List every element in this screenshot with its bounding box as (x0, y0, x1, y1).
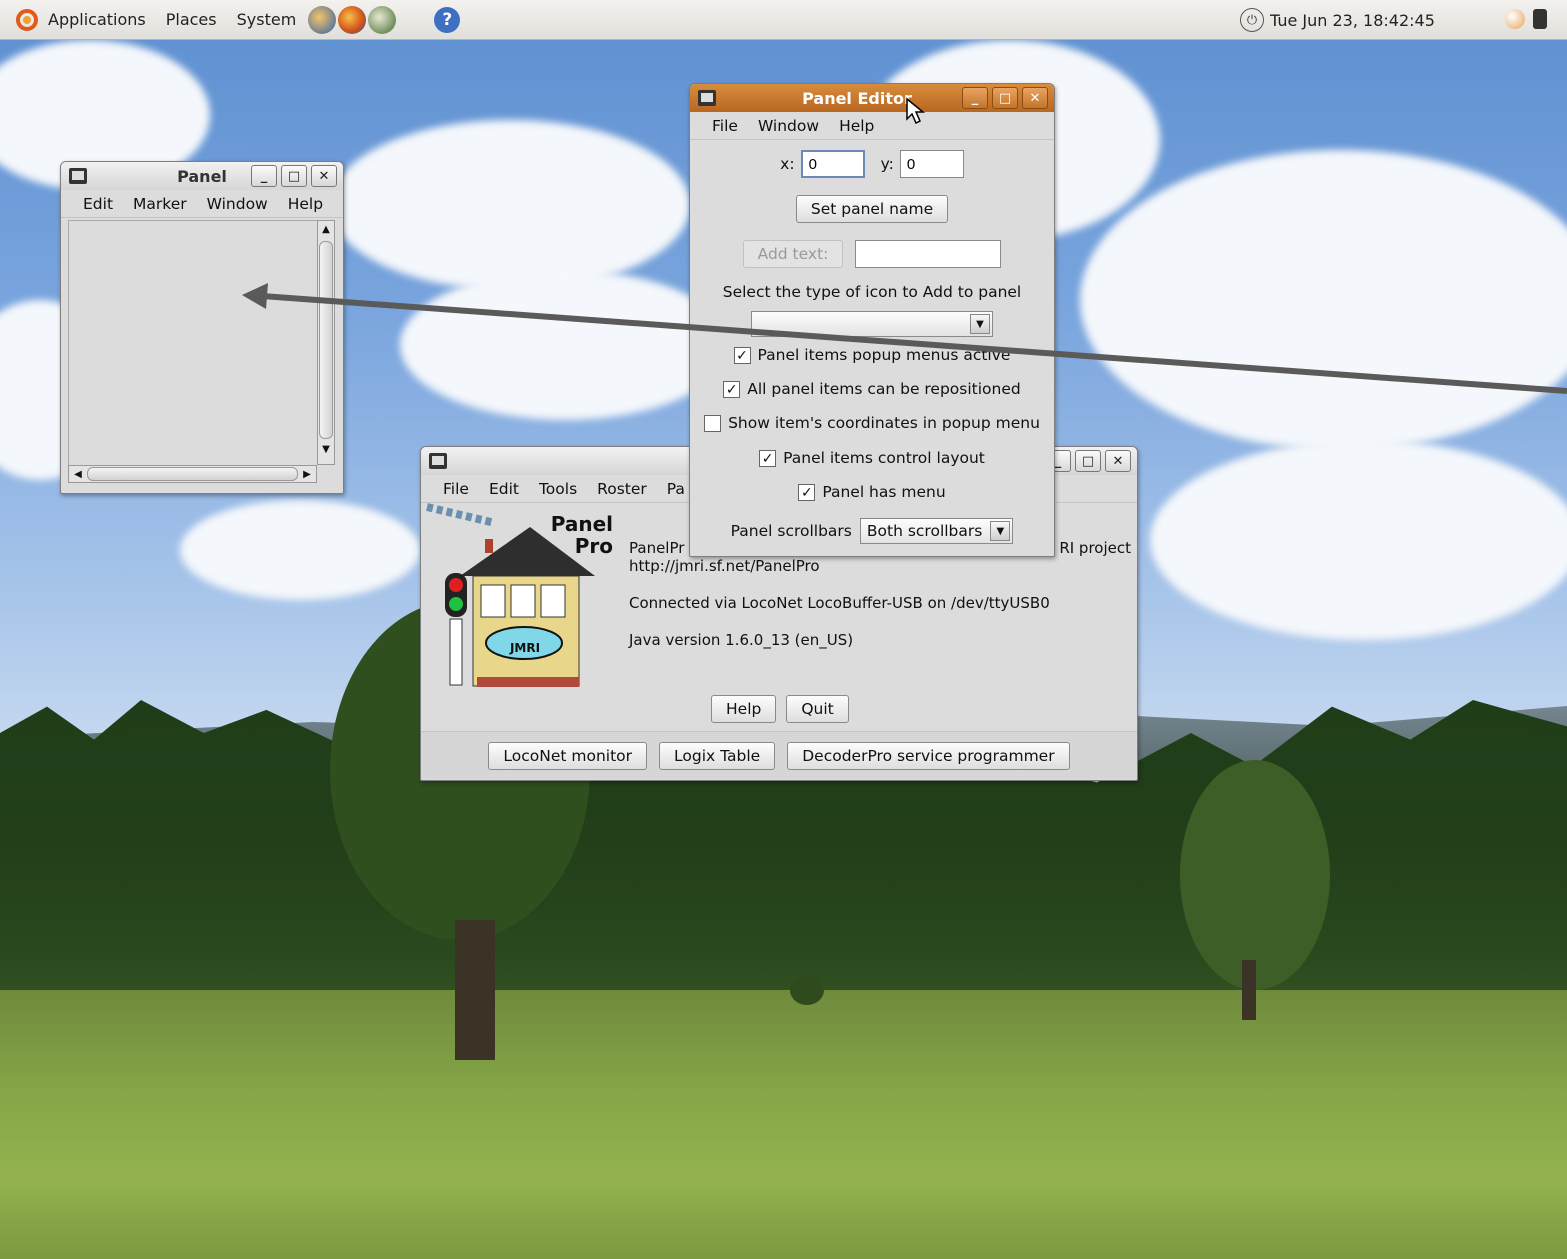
vertical-scrollbar[interactable]: ▲ ▼ (317, 220, 335, 465)
repositioned-checkbox[interactable]: ✓ (723, 381, 741, 398)
control-layout-checkbox[interactable]: ✓ (759, 450, 777, 467)
popup-menus-checkbox[interactable]: ✓ (733, 347, 751, 364)
logo-badge: JMRI (509, 641, 541, 655)
quit-button[interactable]: Quit (786, 695, 849, 723)
minimize-button[interactable]: _ (962, 87, 988, 109)
logo-title: Panel Pro (550, 512, 613, 558)
power-icon[interactable]: ⏻ (1240, 8, 1264, 32)
evolution-launcher-icon[interactable] (308, 5, 337, 34)
connection-status: Connected via LocoNet LocoBuffer-USB on … (629, 594, 1050, 612)
scrollbars-label: Panel scrollbars (730, 522, 852, 540)
logix-table-button[interactable]: Logix Table (659, 741, 776, 770)
option-popup-menus[interactable]: ✓ Panel items popup menus active (690, 346, 1054, 364)
menu-file[interactable]: File (433, 480, 479, 498)
panel-editor-window: Panel Editor _ □ ✕ File Window Help x: y… (689, 83, 1055, 557)
show-coordinates-checkbox[interactable] (704, 415, 722, 432)
option-show-coordinates[interactable]: Show item's coordinates in popup menu (690, 414, 1054, 432)
menu-roster[interactable]: Roster (587, 480, 657, 498)
y-label: y: (880, 155, 894, 173)
maximize-button[interactable]: □ (281, 165, 307, 187)
scroll-up-arrow[interactable]: ▲ (318, 221, 334, 239)
scroll-left-arrow[interactable]: ◀ (69, 469, 87, 480)
add-text-button[interactable]: Add text: (742, 240, 844, 268)
chevron-down-icon: ▼ (990, 521, 1011, 541)
version-text: PanelPr (629, 539, 685, 557)
loconet-monitor-button[interactable]: LocoNet monitor (488, 741, 648, 770)
network-icon[interactable] (1533, 9, 1547, 29)
search-icon[interactable] (1505, 9, 1525, 29)
jmri-window-icon[interactable] (429, 453, 447, 469)
horizontal-scroll-thumb[interactable] (87, 467, 298, 481)
menu-window[interactable]: Window (748, 117, 829, 135)
pidgin-launcher-icon[interactable] (368, 5, 397, 34)
ubuntu-logo-icon[interactable] (16, 8, 38, 31)
applications-menu[interactable]: Applications (38, 10, 156, 29)
system-menu[interactable]: System (227, 10, 307, 29)
jmri-window-icon[interactable] (69, 168, 87, 184)
scrollbars-select[interactable]: Both scrollbars ▼ (859, 518, 1014, 544)
top-panel: Applications Places System ? ⏻ Tue Jun 2… (0, 0, 1567, 40)
maximize-button[interactable]: □ (1075, 450, 1101, 472)
scrollbars-value: Both scrollbars (866, 522, 983, 540)
menu-window[interactable]: Window (197, 195, 278, 213)
close-button[interactable]: ✕ (1105, 450, 1131, 472)
menu-edit[interactable]: Edit (479, 480, 529, 498)
set-panel-name-button[interactable]: Set panel name (795, 195, 949, 223)
system-tray (1505, 9, 1547, 29)
clock-text: Tue Jun 23, 18:42:45 (1270, 10, 1435, 30)
firefox-launcher-icon[interactable] (338, 5, 367, 34)
icon-type-select[interactable]: ▼ (751, 311, 993, 337)
close-button[interactable]: ✕ (1022, 87, 1048, 109)
menu-help[interactable]: Help (278, 195, 333, 213)
panel-editor-menubar: File Window Help (690, 112, 1054, 140)
panelpro-logo: Panel Pro JMRI (425, 501, 615, 691)
menu-tools[interactable]: Tools (529, 480, 587, 498)
y-coordinate-field[interactable] (899, 150, 964, 178)
panel-window: Panel _ □ ✕ Edit Marker Window Help ▲ ▼ … (60, 161, 344, 494)
project-text: RI project (1059, 539, 1131, 557)
add-text-field[interactable] (855, 240, 1002, 268)
scroll-down-arrow[interactable]: ▼ (318, 441, 334, 459)
jmri-window-icon[interactable] (698, 90, 716, 106)
chevron-down-icon: ▼ (970, 314, 990, 334)
minimize-button[interactable]: _ (251, 165, 277, 187)
help-icon[interactable]: ? (434, 6, 461, 33)
help-button[interactable]: Help (711, 695, 777, 723)
option-repositioned[interactable]: ✓ All panel items can be repositioned (690, 380, 1054, 398)
mouse-pointer-icon (906, 97, 926, 125)
maximize-button[interactable]: □ (992, 87, 1018, 109)
panel-titlebar[interactable]: Panel _ □ ✕ (61, 162, 343, 190)
x-label: x: (780, 155, 795, 173)
places-menu[interactable]: Places (156, 10, 227, 29)
panel-editor-titlebar[interactable]: Panel Editor _ □ ✕ (690, 84, 1054, 112)
panel-canvas[interactable] (68, 220, 317, 465)
option-panel-has-menu[interactable]: ✓ Panel has menu (690, 483, 1054, 501)
decoderpro-service-programmer-button[interactable]: DecoderPro service programmer (787, 741, 1070, 770)
clock-applet[interactable]: ⏻ Tue Jun 23, 18:42:45 (1240, 8, 1435, 32)
icon-type-label: Select the type of icon to Add to panel (722, 283, 1022, 301)
panel-has-menu-checkbox[interactable]: ✓ (798, 484, 816, 501)
menu-marker[interactable]: Marker (123, 195, 197, 213)
close-button[interactable]: ✕ (311, 165, 337, 187)
panel-menubar: Edit Marker Window Help (61, 190, 343, 218)
menu-file[interactable]: File (702, 117, 748, 135)
scroll-right-arrow[interactable]: ▶ (298, 469, 316, 480)
vertical-scroll-thumb[interactable] (319, 241, 333, 439)
java-version: Java version 1.6.0_13 (en_US) (629, 631, 854, 649)
menu-edit[interactable]: Edit (73, 195, 123, 213)
x-coordinate-field[interactable] (800, 150, 865, 178)
website-url: http://jmri.sf.net/PanelPro (629, 557, 820, 575)
bottom-button-bar: LocoNet monitor Logix Table DecoderPro s… (421, 731, 1137, 779)
horizontal-scrollbar[interactable]: ◀ ▶ (68, 465, 317, 483)
menu-help[interactable]: Help (829, 117, 884, 135)
option-control-layout[interactable]: ✓ Panel items control layout (690, 449, 1054, 467)
